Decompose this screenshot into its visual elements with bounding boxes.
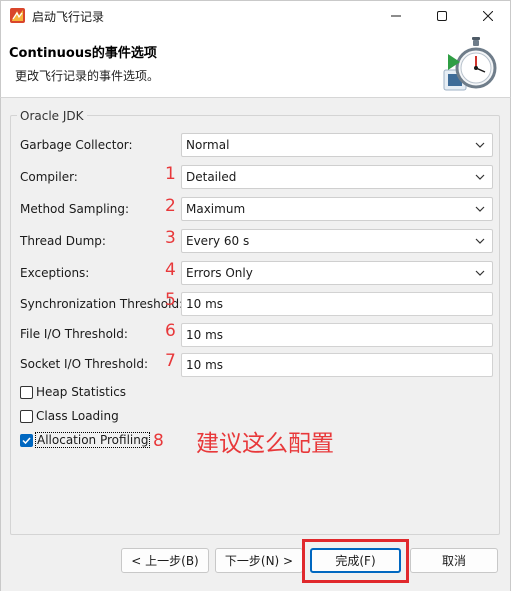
socket-io-threshold-input[interactable] — [186, 357, 486, 373]
compiler-value: Detailed — [186, 170, 237, 184]
sync-threshold-label: Synchronization Threshold: — [20, 297, 184, 311]
close-button[interactable] — [465, 1, 511, 31]
socket-io-threshold-field[interactable] — [181, 353, 493, 377]
chevron-down-icon — [475, 174, 485, 180]
checkbox-unchecked[interactable] — [20, 409, 33, 423]
heap-statistics-checkbox[interactable]: Heap Statistics — [20, 383, 126, 401]
wizard-header: Continuous的事件选项 更改飞行记录的事件选项。 — [0, 30, 511, 98]
page-title: Continuous的事件选项 — [9, 46, 157, 61]
close-icon — [483, 11, 493, 21]
next-button[interactable]: 下一步(N) > — [215, 548, 303, 573]
wizard-body: Oracle JDK Garbage Collector: Normal Com… — [0, 98, 511, 591]
file-io-threshold-input[interactable] — [186, 327, 486, 343]
title-bar: 启动飞行记录 — [0, 0, 511, 30]
compiler-label: Compiler: — [20, 170, 78, 184]
annotation-marker-4: 4 — [165, 260, 176, 280]
garbage-collector-label: Garbage Collector: — [20, 138, 133, 152]
allocation-profiling-label: Allocation Profiling — [34, 432, 151, 448]
page-description: 更改飞行记录的事件选项。 — [15, 69, 160, 83]
minimize-button[interactable] — [373, 1, 419, 31]
thread-dump-label: Thread Dump: — [20, 234, 106, 248]
maximize-button[interactable] — [419, 1, 465, 31]
annotation-marker-8: 8 — [153, 431, 164, 451]
exceptions-label: Exceptions: — [20, 266, 90, 280]
socket-io-threshold-label: Socket I/O Threshold: — [20, 357, 149, 371]
chevron-down-icon — [475, 142, 485, 148]
annotation-marker-2: 2 — [165, 196, 176, 216]
checkmark-icon — [22, 436, 31, 444]
cancel-button[interactable]: 取消 — [410, 548, 498, 573]
method-sampling-label: Method Sampling: — [20, 202, 130, 216]
chevron-down-icon — [475, 238, 485, 244]
finish-highlight-box — [302, 539, 409, 583]
maximize-icon — [437, 11, 447, 21]
method-sampling-select[interactable]: Maximum — [181, 197, 493, 221]
garbage-collector-select[interactable]: Normal — [181, 133, 493, 157]
annotation-marker-5: 5 — [165, 290, 176, 310]
compiler-select[interactable]: Detailed — [181, 165, 493, 189]
thread-dump-value: Every 60 s — [186, 234, 250, 248]
group-title: Oracle JDK — [17, 109, 87, 123]
checkbox-unchecked[interactable] — [20, 385, 33, 399]
file-io-threshold-label: File I/O Threshold: — [20, 327, 128, 341]
exceptions-select[interactable]: Errors Only — [181, 261, 493, 285]
chevron-down-icon — [475, 206, 485, 212]
class-loading-checkbox[interactable]: Class Loading — [20, 407, 119, 425]
annotation-marker-6: 6 — [165, 321, 176, 341]
annotation-marker-3: 3 — [165, 228, 176, 248]
eclipse-jmc-icon — [10, 8, 25, 23]
exceptions-value: Errors Only — [186, 266, 253, 280]
class-loading-label: Class Loading — [36, 409, 119, 423]
annotation-marker-7: 7 — [165, 351, 176, 371]
file-io-threshold-field[interactable] — [181, 323, 493, 347]
chevron-down-icon — [475, 270, 485, 276]
minimize-icon — [391, 15, 401, 17]
sync-threshold-field[interactable] — [181, 292, 493, 316]
checkbox-checked[interactable] — [20, 433, 33, 447]
back-button[interactable]: < 上一步(B) — [121, 548, 209, 573]
heap-statistics-label: Heap Statistics — [36, 385, 127, 399]
allocation-profiling-checkbox[interactable]: Allocation Profiling — [20, 431, 151, 449]
method-sampling-value: Maximum — [186, 202, 246, 216]
stopwatch-record-icon — [443, 37, 497, 91]
thread-dump-select[interactable]: Every 60 s — [181, 229, 493, 253]
annotation-marker-1: 1 — [165, 164, 176, 184]
garbage-collector-value: Normal — [186, 138, 230, 152]
window-title: 启动飞行记录 — [32, 10, 105, 24]
sync-threshold-input[interactable] — [186, 296, 486, 312]
recommendation-annotation: 建议这么配置 — [196, 431, 334, 457]
